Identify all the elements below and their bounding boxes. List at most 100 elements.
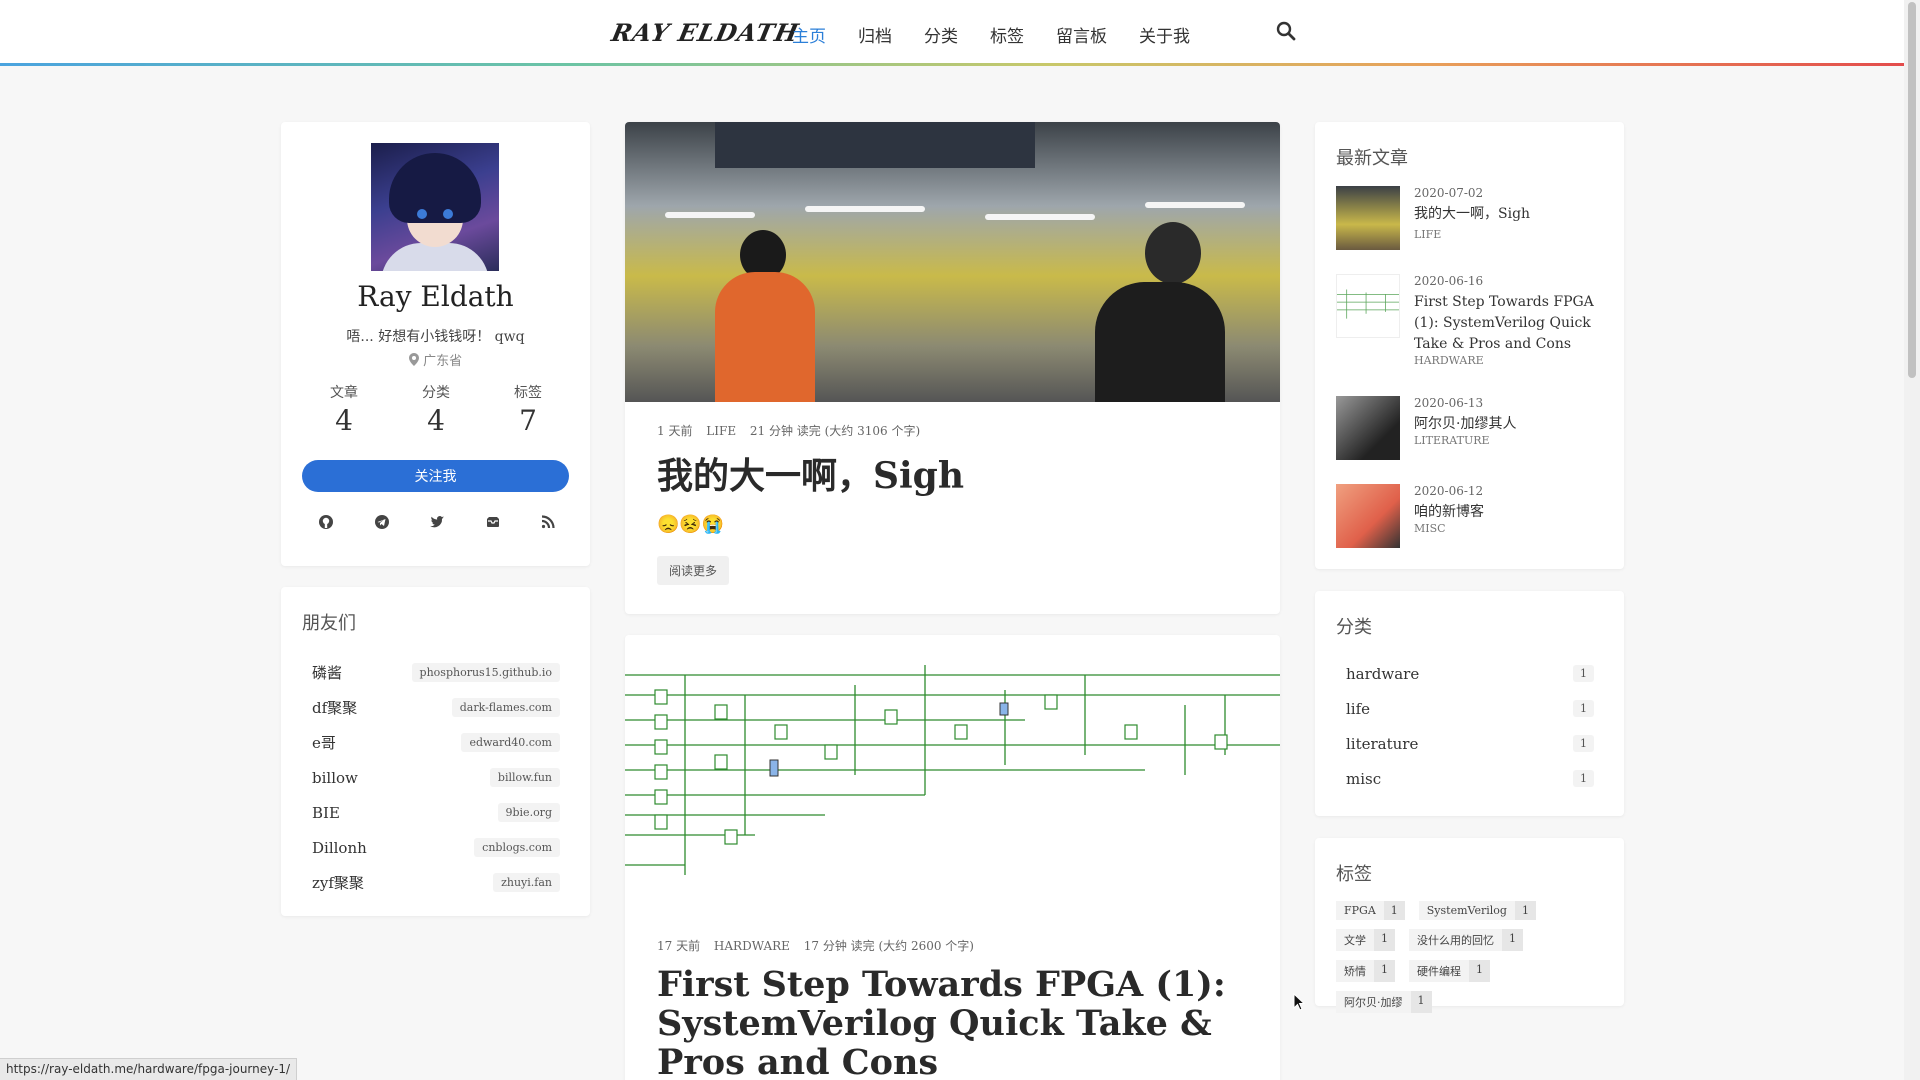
telegram-icon[interactable] xyxy=(373,514,391,532)
tag-item[interactable]: FPGA 1 xyxy=(1336,901,1405,920)
recent-post-title[interactable]: 咱的新博客 xyxy=(1414,502,1610,523)
friend-link[interactable]: 9bie.org xyxy=(497,803,560,822)
twitter-icon[interactable] xyxy=(428,514,446,532)
social-links xyxy=(317,514,557,532)
recent-post-category[interactable]: MISC xyxy=(1414,522,1446,535)
tag-count: 1 xyxy=(1383,901,1405,920)
rss-icon[interactable] xyxy=(539,514,557,532)
friend-link[interactable]: billow.fun xyxy=(489,768,560,787)
recent-post-date: 2020-07-02 xyxy=(1414,186,1484,200)
category-count: 1 xyxy=(1573,770,1594,787)
recent-posts-list: 2020-07-02 我的大一啊，Sigh LIFE 2020-06-16 Fi… xyxy=(1336,186,1606,554)
category-item[interactable]: hardware 1 xyxy=(1336,656,1604,691)
friend-link[interactable]: phosphorus15.github.io xyxy=(411,663,560,682)
tag-item[interactable]: 文学 1 xyxy=(1336,929,1395,951)
tags-list: FPGA 1 SystemVerilog 1 文学 1 没什么用的回忆 1 矫情 1 硬件… xyxy=(1336,901,1604,1022)
profile-bio: 唔... 好想有小钱钱呀！ qwq xyxy=(346,329,525,345)
recent-post-thumbnail[interactable] xyxy=(1336,484,1400,548)
tag-item[interactable]: 阿尔贝·加缪 1 xyxy=(1336,991,1432,1013)
friend-link[interactable]: zhuyi.fan xyxy=(493,873,560,892)
category-item[interactable]: life 1 xyxy=(1336,691,1604,726)
nav-links: 主页 归档 分类 标签 留言板 关于我 xyxy=(792,22,1222,47)
friend-item[interactable]: df聚聚 dark-flames.com xyxy=(302,690,570,725)
friend-link[interactable]: dark-flames.com xyxy=(451,698,560,717)
post-card: 17 天前 HARDWARE 17 分钟 读完 (大约 2600 个字) Fir… xyxy=(625,635,1280,1080)
post-cover-image[interactable] xyxy=(625,635,1280,900)
location-pin-icon xyxy=(408,353,419,366)
tag-count: 1 xyxy=(1410,991,1432,1013)
post-category[interactable]: LIFE xyxy=(706,424,736,438)
stat-posts[interactable]: 文章 4 xyxy=(314,382,374,437)
recent-post-title[interactable]: 我的大一啊，Sigh xyxy=(1414,204,1610,225)
recent-post-item[interactable]: 2020-06-16 First Step Towards FPGA (1): … xyxy=(1336,274,1606,396)
search-icon[interactable] xyxy=(1275,20,1297,42)
categories-title: 分类 xyxy=(1336,617,1372,638)
stat-value: 4 xyxy=(335,404,353,437)
nav-item-categories[interactable]: 分类 xyxy=(924,22,958,47)
recent-post-item[interactable]: 2020-06-12 咱的新博客 MISC xyxy=(1336,484,1606,554)
friend-item[interactable]: BIE 9bie.org xyxy=(302,795,570,830)
friends-card: 朋友们 磷酱 phosphorus15.github.io df聚聚 dark-fl… xyxy=(281,587,590,916)
tag-name: 没什么用的回忆 xyxy=(1409,929,1502,951)
tag-item[interactable]: 矫情 1 xyxy=(1336,960,1395,982)
stat-categories[interactable]: 分类 4 xyxy=(406,382,466,437)
github-icon[interactable] xyxy=(317,514,335,532)
post-title[interactable]: First Step Towards FPGA (1): SystemVeril… xyxy=(657,965,1257,1080)
top-navbar: RAY ELDATH 主页 归档 分类 标签 留言板 关于我 xyxy=(0,0,1904,66)
friend-link[interactable]: edward40.com xyxy=(461,733,560,752)
recent-post-title[interactable]: First Step Towards FPGA (1): SystemVeril… xyxy=(1414,292,1610,355)
post-title[interactable]: 我的大一啊，Sigh xyxy=(657,447,1257,499)
friend-item[interactable]: e哥 edward40.com xyxy=(302,725,570,760)
profile-card: Ray Eldath 唔... 好想有小钱钱呀！ qwq 广东省 文章 4 分类… xyxy=(281,122,590,566)
site-logo[interactable]: RAY ELDATH xyxy=(609,18,802,47)
nav-item-tags[interactable]: 标签 xyxy=(990,22,1024,47)
avatar xyxy=(371,143,499,271)
friend-item[interactable]: zyf聚聚 zhuyi.fan xyxy=(302,865,570,900)
tag-item[interactable]: 硬件编程 1 xyxy=(1409,960,1490,982)
recent-post-thumbnail[interactable] xyxy=(1336,274,1400,338)
nav-item-archive[interactable]: 归档 xyxy=(858,22,892,47)
nav-item-guestbook[interactable]: 留言板 xyxy=(1056,22,1107,47)
friend-name: 磷酱 xyxy=(312,664,343,682)
post-read-time: 17 分钟 读完 (大约 2600 个字) xyxy=(803,939,974,953)
friend-item[interactable]: Dillonh cnblogs.com xyxy=(302,830,570,865)
tag-item[interactable]: 没什么用的回忆 1 xyxy=(1409,929,1523,951)
friend-name: BIE xyxy=(312,803,340,822)
recent-post-category[interactable]: HARDWARE xyxy=(1414,354,1484,367)
tag-item[interactable]: SystemVerilog 1 xyxy=(1418,901,1536,920)
stat-tags[interactable]: 标签 7 xyxy=(498,382,558,437)
recent-post-category[interactable]: LITERATURE xyxy=(1414,434,1490,447)
stat-label: 分类 xyxy=(422,385,450,401)
email-icon[interactable] xyxy=(484,514,502,532)
recent-post-title[interactable]: 阿尔贝·加缪其人 xyxy=(1414,414,1610,435)
recent-post-date: 2020-06-12 xyxy=(1414,484,1484,498)
category-count: 1 xyxy=(1573,735,1594,752)
post-excerpt: 😞😣😭 xyxy=(657,514,725,535)
category-item[interactable]: misc 1 xyxy=(1336,761,1604,796)
follow-button[interactable]: 关注我 xyxy=(302,460,569,492)
scrollbar-thumb[interactable] xyxy=(1908,2,1916,378)
nav-item-home[interactable]: 主页 xyxy=(792,22,826,47)
nav-item-about[interactable]: 关于我 xyxy=(1139,22,1190,47)
tag-count: 1 xyxy=(1374,929,1395,951)
recent-post-thumbnail[interactable] xyxy=(1336,186,1400,250)
friend-link[interactable]: cnblogs.com xyxy=(474,838,560,857)
recent-post-item[interactable]: 2020-06-13 阿尔贝·加缪其人 LITERATURE xyxy=(1336,396,1606,484)
post-category[interactable]: HARDWARE xyxy=(714,939,790,953)
category-item[interactable]: literature 1 xyxy=(1336,726,1604,761)
recent-post-thumbnail[interactable] xyxy=(1336,396,1400,460)
tags-title: 标签 xyxy=(1336,864,1372,885)
category-name: misc xyxy=(1346,769,1382,788)
page-scrollbar[interactable] xyxy=(1904,0,1920,1080)
friend-name: Dillonh xyxy=(312,838,367,857)
stat-value: 4 xyxy=(427,404,445,437)
recent-post-category[interactable]: LIFE xyxy=(1414,228,1441,241)
navbar-gradient-border xyxy=(0,63,1904,66)
post-cover-image[interactable] xyxy=(625,122,1280,402)
read-more-button[interactable]: 阅读更多 xyxy=(657,556,730,585)
recent-post-date: 2020-06-16 xyxy=(1414,274,1484,288)
recent-post-item[interactable]: 2020-07-02 我的大一啊，Sigh LIFE xyxy=(1336,186,1606,274)
friend-item[interactable]: billow billow.fun xyxy=(302,760,570,795)
friend-name: df聚聚 xyxy=(312,699,358,717)
friend-item[interactable]: 磷酱 phosphorus15.github.io xyxy=(302,655,570,690)
